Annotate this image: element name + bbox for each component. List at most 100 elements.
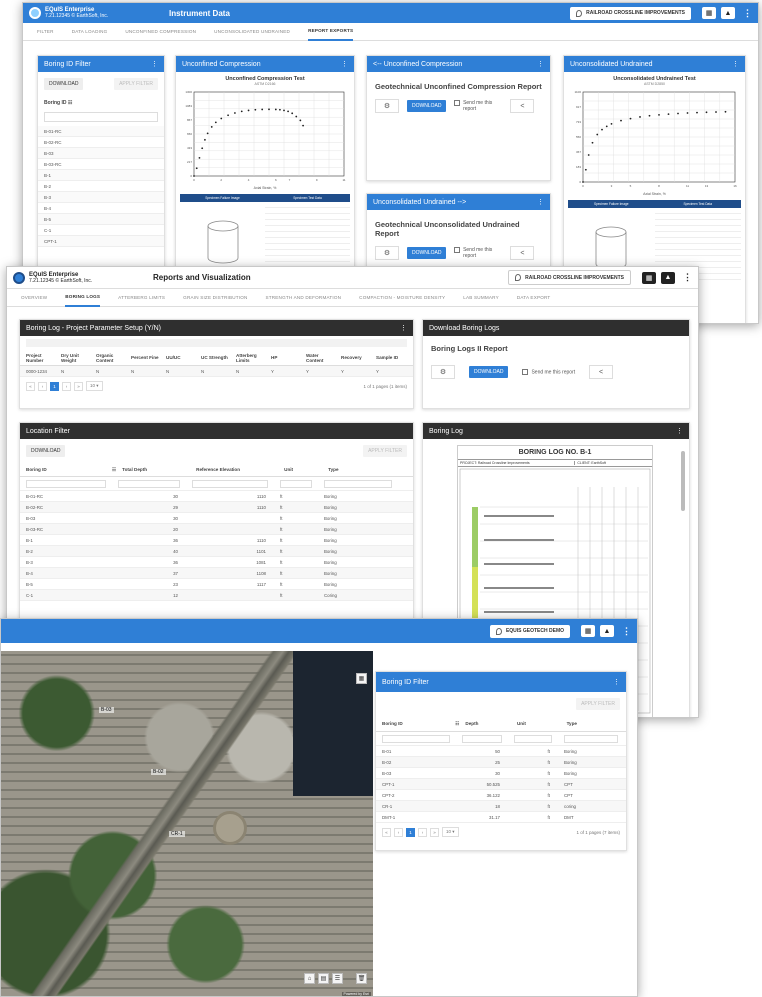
- column-filter-input[interactable]: [462, 734, 502, 743]
- more-menu-icon[interactable]: ⋮: [743, 8, 752, 19]
- send-me-checkbox[interactable]: [522, 368, 529, 375]
- notification-icon[interactable]: ▲: [661, 271, 675, 284]
- last-page-button[interactable]: »: [430, 827, 439, 837]
- apply-filter-button[interactable]: APPLY FILTER: [114, 78, 158, 90]
- share-button[interactable]: <: [510, 246, 535, 260]
- table-row[interactable]: B-01 50 ft Boring: [376, 746, 626, 757]
- next-page-button[interactable]: ›: [62, 381, 71, 391]
- project-selector[interactable]: RAILROAD CROSSLINE IMPROVEMENTS: [570, 6, 691, 20]
- app-logo[interactable]: EQuIS Enterprise 7.21.12345 © EarthSoft, …: [13, 271, 153, 284]
- tab-atterberg-limits[interactable]: ATTERBERG LIMITS: [118, 289, 165, 306]
- column-filter-input[interactable]: [118, 479, 180, 488]
- parameter-value[interactable]: Y: [335, 369, 370, 374]
- table-row[interactable]: B-03-RC 20 ft Boring: [20, 524, 413, 535]
- tab-strength-and-deformation[interactable]: STRENGTH AND DEFORMATION: [266, 289, 342, 306]
- page-button[interactable]: 1: [406, 827, 415, 837]
- app-logo[interactable]: EQuIS Enterprise 7.21.12345 © EarthSoft, …: [29, 7, 169, 19]
- parameter-value[interactable]: N: [230, 369, 265, 374]
- download-report-button[interactable]: DOWNLOAD: [407, 100, 447, 112]
- settings-gear-button[interactable]: ⚙: [375, 99, 399, 113]
- table-row[interactable]: DMT-1 31.17 ft DMT: [376, 812, 626, 823]
- tab-data-export[interactable]: DATA EXPORT: [517, 289, 551, 306]
- table-row[interactable]: B-02 25 ft Boring: [376, 757, 626, 768]
- share-button[interactable]: <: [589, 365, 614, 379]
- download-report-button[interactable]: DOWNLOAD: [469, 366, 509, 378]
- column-header[interactable]: Dry Unit Weight: [55, 353, 90, 363]
- settings-gear-button[interactable]: ⚙: [375, 246, 399, 260]
- table-row[interactable]: CPT-1 50.525 ft CPT: [376, 779, 626, 790]
- download-button[interactable]: DOWNLOAD: [44, 78, 84, 90]
- apply-filter-button[interactable]: APPLY FILTER: [363, 445, 407, 457]
- boring-list-item[interactable]: B-5: [38, 214, 164, 225]
- more-menu-icon[interactable]: ⋮: [732, 60, 739, 68]
- table-row[interactable]: B-2 40 1101 ft Boring: [20, 546, 413, 557]
- boring-list-item[interactable]: B-02-RC: [38, 137, 164, 148]
- layers-icon[interactable]: ☰: [332, 973, 343, 984]
- send-me-checkbox[interactable]: [454, 100, 461, 106]
- table-row[interactable]: B-03 30 ft Boring: [20, 513, 413, 524]
- satellite-map[interactable]: B-03 CR-1 B-02 ▦ ⌂ ▤ ☰ 🗑 Powered by Esri: [1, 651, 373, 996]
- table-row[interactable]: CPT-2 36.122 ft CPT: [376, 790, 626, 801]
- column-header[interactable]: Atterberg Limits: [230, 353, 265, 363]
- column-header[interactable]: Organic Content: [90, 353, 125, 363]
- tab-report-exports[interactable]: REPORT EXPORTS: [308, 22, 354, 41]
- column-header[interactable]: Type: [561, 721, 626, 726]
- more-menu-icon[interactable]: ⋮: [400, 324, 407, 332]
- column-header[interactable]: Reference Elevation: [190, 467, 278, 472]
- column-header[interactable]: Unit: [511, 721, 561, 726]
- column-header[interactable]: Unit: [278, 467, 322, 472]
- tab-grain-size-distribution[interactable]: GRAIN SIZE DISTRIBUTION: [183, 289, 247, 306]
- boring-id-filter-input[interactable]: [44, 112, 158, 122]
- tab-lab-summary[interactable]: LAB SUMMARY: [463, 289, 499, 306]
- table-row[interactable]: B-1 36 1110 ft Boring: [20, 535, 413, 546]
- column-filter-input[interactable]: [382, 734, 450, 743]
- table-row[interactable]: B-4 37 1108 ft Boring: [20, 568, 413, 579]
- column-filter-input[interactable]: [514, 734, 552, 743]
- boring-list-item[interactable]: B-3: [38, 192, 164, 203]
- more-menu-icon[interactable]: ⋮: [537, 60, 544, 68]
- print-icon[interactable]: ▤: [318, 973, 329, 984]
- table-row[interactable]: B-02-RC 29 1110 ft Boring: [20, 502, 413, 513]
- parameter-value[interactable]: Y: [300, 369, 335, 374]
- first-page-button[interactable]: «: [382, 827, 391, 837]
- parameter-value[interactable]: N: [90, 369, 125, 374]
- tab-compaction-moisture-density[interactable]: COMPACTION - MOISTURE DENSITY: [359, 289, 445, 306]
- boring-list-item[interactable]: B-4: [38, 203, 164, 214]
- parameter-value[interactable]: N: [55, 369, 90, 374]
- share-button[interactable]: <: [510, 99, 535, 113]
- column-header[interactable]: Recovery: [335, 355, 370, 360]
- table-row[interactable]: B-03 30 ft Boring: [376, 768, 626, 779]
- parameter-value[interactable]: Y: [370, 369, 405, 374]
- page-size-select[interactable]: 10 ▾: [442, 827, 459, 837]
- boring-list-item[interactable]: C-1: [38, 225, 164, 236]
- dashboard-grid-icon[interactable]: ▦: [702, 7, 716, 19]
- send-me-checkbox[interactable]: [454, 247, 461, 253]
- scrollbar[interactable]: [681, 451, 685, 511]
- parameter-value[interactable]: N: [195, 369, 230, 374]
- column-header[interactable]: UC Strength: [195, 355, 230, 360]
- dashboard-grid-icon[interactable]: ▦: [642, 271, 656, 284]
- column-header[interactable]: Percent Fine: [125, 355, 160, 360]
- apply-filter-button[interactable]: APPLY FILTER: [576, 698, 620, 710]
- more-menu-icon[interactable]: ⋮: [537, 198, 544, 206]
- page-size-select[interactable]: 10 ▾: [86, 381, 103, 391]
- column-header-boring-id[interactable]: Boring ID: [44, 100, 67, 106]
- column-header[interactable]: Water Content: [300, 353, 335, 363]
- page-button[interactable]: 1: [50, 381, 59, 391]
- table-row[interactable]: C-1 12 ft Coring: [20, 590, 413, 601]
- prev-page-button[interactable]: ‹: [38, 381, 47, 391]
- map-marker-label[interactable]: B-02: [151, 769, 166, 775]
- column-filter-input[interactable]: [564, 734, 618, 743]
- boring-list-item[interactable]: B-01-RC: [38, 126, 164, 137]
- parameter-value[interactable]: Y: [265, 369, 300, 374]
- project-selector[interactable]: EQUIS GEOTECH DEMO: [489, 624, 570, 638]
- tab-filter[interactable]: FILTER: [37, 23, 54, 40]
- table-row[interactable]: CR-1 18 ft coring: [376, 801, 626, 812]
- tab-unconsolidated-undrained[interactable]: UNCONSOLIDATED UNDRAINED: [214, 23, 290, 40]
- column-header[interactable]: Boring ID: [376, 721, 455, 726]
- more-menu-icon[interactable]: ⋮: [151, 60, 158, 68]
- more-menu-icon[interactable]: ⋮: [341, 60, 348, 68]
- boring-list-item[interactable]: B-03: [38, 148, 164, 159]
- prev-page-button[interactable]: ‹: [394, 827, 403, 837]
- boring-list-item[interactable]: B-03-RC: [38, 159, 164, 170]
